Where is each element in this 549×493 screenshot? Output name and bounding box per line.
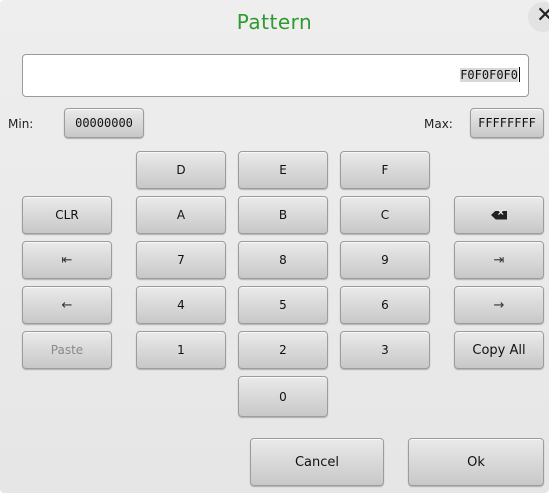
move-to-end-button[interactable]: ⇥ — [454, 241, 544, 279]
key-6[interactable]: 6 — [340, 286, 430, 324]
arrow-left-icon: ← — [61, 297, 73, 313]
key-b[interactable]: B — [238, 196, 328, 234]
arrow-right-icon: → — [493, 297, 505, 313]
cursor-left-button[interactable]: ← — [22, 286, 112, 324]
dialog-title: Pattern — [236, 10, 313, 34]
key-4[interactable]: 4 — [136, 286, 226, 324]
pattern-dialog: Pattern ✕ F0F0F0F0 Min: 00000000 Max: FF… — [0, 0, 549, 493]
move-to-start-icon: ⇤ — [61, 252, 73, 268]
key-d[interactable]: D — [136, 151, 226, 189]
key-3[interactable]: 3 — [340, 331, 430, 369]
pattern-input[interactable]: F0F0F0F0 — [22, 54, 529, 97]
max-value-button[interactable]: FFFFFFFF — [470, 108, 544, 138]
key-5[interactable]: 5 — [238, 286, 328, 324]
key-e[interactable]: E — [238, 151, 328, 189]
key-c[interactable]: C — [340, 196, 430, 234]
key-7[interactable]: 7 — [136, 241, 226, 279]
key-2[interactable]: 2 — [238, 331, 328, 369]
key-8[interactable]: 8 — [238, 241, 328, 279]
copy-all-button[interactable]: Copy All — [454, 331, 544, 369]
move-to-end-icon: ⇥ — [493, 252, 505, 268]
move-to-start-button[interactable]: ⇤ — [22, 241, 112, 279]
key-a[interactable]: A — [136, 196, 226, 234]
backspace-icon: × — [491, 210, 507, 220]
min-label: Min: — [8, 117, 34, 131]
text-caret — [519, 67, 520, 82]
cursor-right-button[interactable]: → — [454, 286, 544, 324]
cancel-button[interactable]: Cancel — [250, 438, 384, 486]
paste-button[interactable]: Paste — [22, 331, 112, 369]
key-9[interactable]: 9 — [340, 241, 430, 279]
min-value-button[interactable]: 00000000 — [64, 108, 144, 138]
key-0[interactable]: 0 — [238, 376, 328, 417]
key-f[interactable]: F — [340, 151, 430, 189]
backspace-button[interactable]: × — [454, 196, 544, 234]
key-1[interactable]: 1 — [136, 331, 226, 369]
ok-button[interactable]: Ok — [408, 438, 544, 486]
max-label: Max: — [424, 117, 453, 131]
clear-button[interactable]: CLR — [22, 196, 112, 234]
pattern-value: F0F0F0F0 — [460, 68, 518, 82]
